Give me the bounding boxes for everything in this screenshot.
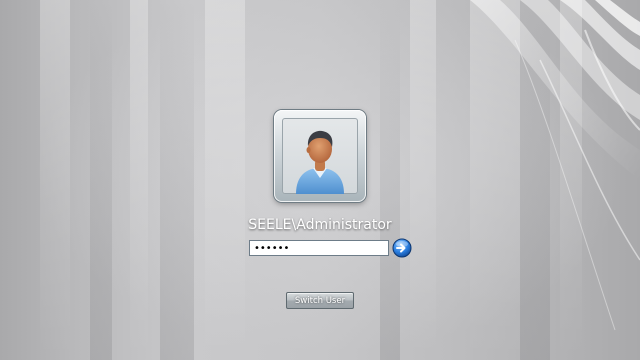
password-field[interactable] <box>249 240 389 256</box>
submit-button[interactable] <box>392 238 412 258</box>
user-avatar-icon <box>296 130 344 194</box>
arrow-right-icon <box>392 238 412 258</box>
username-label: SEELE\Administrator <box>248 217 392 233</box>
logon-screen: SEELE\Administrator Switch User <box>0 0 640 360</box>
user-picture-frame <box>282 118 358 194</box>
switch-user-button[interactable]: Switch User <box>286 292 354 309</box>
user-tile[interactable] <box>274 110 366 202</box>
